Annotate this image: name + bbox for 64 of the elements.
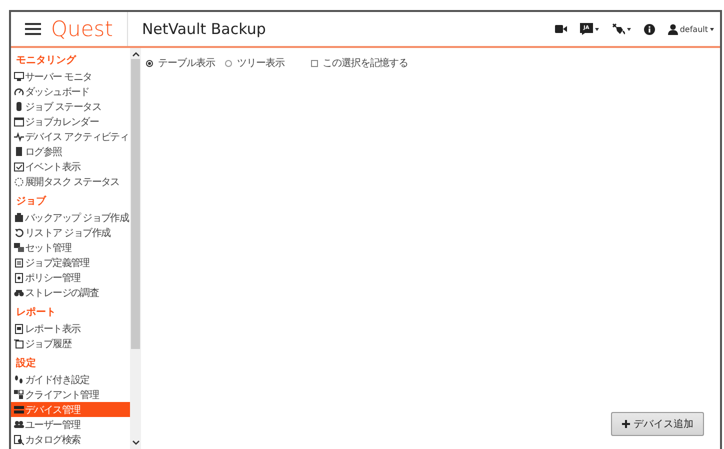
sidebar-item[interactable]: ダッシュボード [11, 84, 130, 99]
sidebar-item[interactable]: バックアップ ジョブ作成 [11, 210, 130, 225]
sidebar-item[interactable]: セット管理 [11, 240, 130, 255]
sidebar-item[interactable]: ユーザー管理 [11, 417, 130, 432]
info-icon[interactable] [644, 24, 655, 34]
section-heading: ジョブ [16, 195, 48, 209]
cylinder-icon [14, 102, 24, 112]
scrollbar[interactable] [130, 48, 141, 449]
sidebar-item[interactable]: 展開タスク ステータス [11, 174, 130, 189]
calendar-icon [14, 116, 24, 126]
report-icon [14, 324, 24, 334]
user-icon [668, 24, 678, 34]
gauge-icon [14, 86, 24, 96]
sidebar-item[interactable]: ジョブ履歴 [11, 336, 130, 351]
client-icon [14, 390, 24, 400]
document-icon [14, 272, 24, 282]
spinner-icon [14, 176, 24, 186]
book-icon [14, 146, 24, 156]
undo-icon [14, 228, 24, 238]
sidebar-item[interactable]: ポリシー管理 [11, 270, 130, 285]
scroll-up-icon[interactable] [132, 51, 140, 57]
calendar-check-icon [14, 162, 24, 172]
sidebar-item[interactable]: サーバー モニタ [11, 69, 130, 84]
history-icon [14, 338, 24, 348]
sidebar-item[interactable]: ジョブカレンダー [11, 114, 130, 129]
app-title: NetVault Backup [142, 20, 267, 38]
radio-icon[interactable] [146, 60, 153, 66]
add-device-button[interactable]: デバイス追加 [611, 412, 704, 436]
section-heading: モニタリング [16, 54, 78, 68]
device-icon [14, 404, 24, 414]
section-heading: レポート [16, 306, 57, 320]
users-icon [14, 420, 24, 430]
monitor-icon [14, 72, 24, 82]
radio-icon[interactable] [225, 60, 232, 66]
sidebar-item[interactable]: クライアント管理 [11, 387, 130, 402]
brand-logo: Quest [51, 12, 128, 46]
scroll-down-icon[interactable] [132, 440, 140, 446]
menu-icon[interactable] [25, 23, 41, 35]
catalog-search-icon [14, 434, 24, 444]
sidebar-item[interactable]: ログ参照 [11, 144, 130, 159]
sidebar-item[interactable]: レポート表示 [11, 321, 130, 336]
stack-icon [14, 242, 24, 252]
binoculars-icon [14, 288, 24, 298]
sidebar-item[interactable]: ガイド付き設定 [11, 372, 130, 387]
sidebar-item[interactable]: ストレージの調査 [11, 285, 130, 300]
remember-checkbox[interactable]: この選択を記憶する [310, 56, 408, 70]
footprints-icon [14, 374, 24, 384]
sidebar-item[interactable]: ジョブ定義管理 [11, 255, 130, 270]
video-camera-icon[interactable] [554, 25, 567, 33]
pulse-icon [14, 132, 24, 142]
sidebar-item[interactable]: ジョブ ステータス [11, 99, 130, 114]
user-menu-button[interactable]: default [668, 24, 714, 34]
view-radio[interactable]: テーブル表示 [146, 56, 215, 70]
plus-icon [622, 420, 630, 428]
clipboard-icon [14, 258, 24, 268]
view-radio[interactable]: ツリー表示 [225, 56, 284, 70]
checkbox-icon[interactable] [310, 60, 318, 66]
sidebar-item[interactable]: リストア ジョブ作成 [11, 225, 130, 240]
sidebar-item[interactable]: イベント表示 [11, 159, 130, 174]
sidebar-item[interactable]: カタログ検索 [11, 432, 130, 447]
server-icon [14, 212, 24, 222]
section-heading: 設定 [16, 357, 37, 371]
plug-menu-button[interactable] [612, 23, 631, 35]
sidebar-item[interactable]: デバイス アクティビティ [11, 129, 130, 144]
